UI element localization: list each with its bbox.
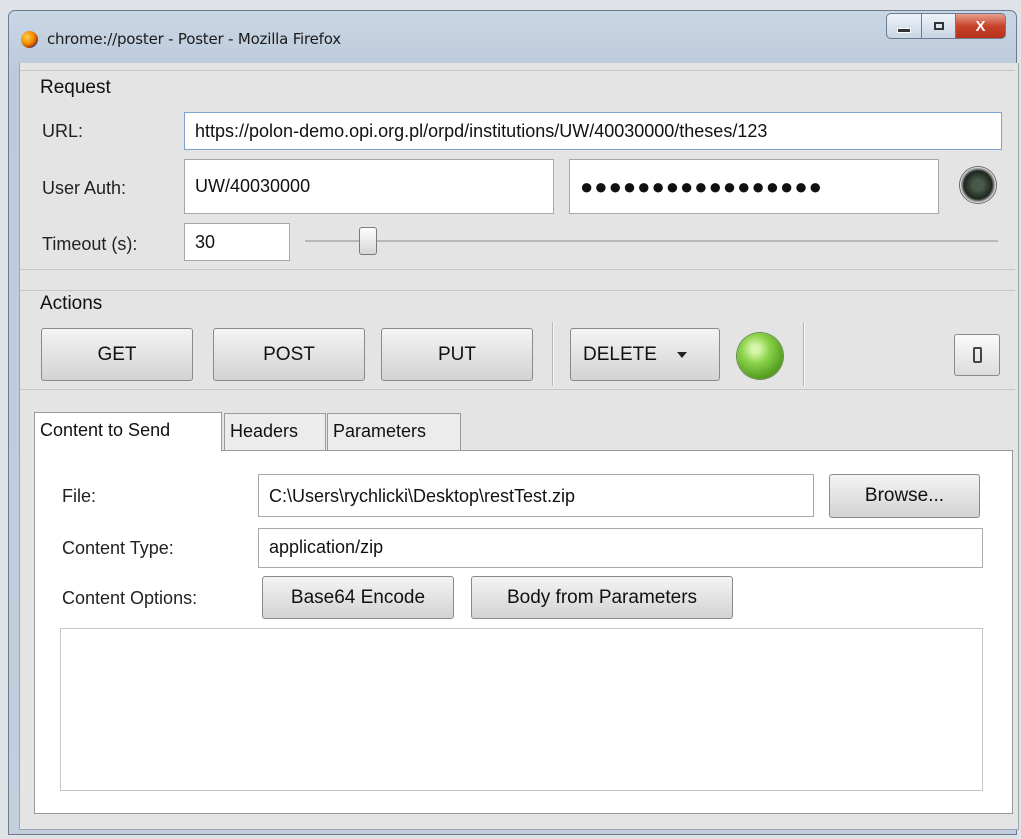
content-body-textarea[interactable]	[60, 628, 983, 791]
timeout-input[interactable]: 30	[184, 223, 290, 261]
user-auth-label: User Auth:	[42, 178, 127, 198]
file-label: File:	[62, 486, 97, 506]
base64-encode-button[interactable]: Base64 Encode	[262, 576, 454, 619]
green-status-light-icon	[737, 333, 783, 379]
window-title: chrome://poster - Poster - Mozilla Firef…	[47, 30, 341, 48]
browse-button[interactable]: Browse...	[829, 474, 980, 518]
minimize-icon	[897, 27, 911, 33]
get-button[interactable]: GET	[41, 328, 193, 381]
firefox-icon	[21, 31, 38, 48]
username-input[interactable]: UW/40030000	[184, 159, 554, 214]
file-input[interactable]: C:\Users\rychlicki\Desktop\restTest.zip	[258, 474, 814, 517]
radar-icon[interactable]	[960, 167, 996, 203]
chevron-down-icon	[676, 351, 687, 358]
method-dropdown-value: DELETE	[583, 343, 657, 365]
tab-headers[interactable]: Headers	[224, 413, 326, 450]
post-button[interactable]: POST	[213, 328, 365, 381]
url-label: URL:	[42, 121, 84, 141]
close-button[interactable]: X	[956, 13, 1006, 39]
put-button[interactable]: PUT	[381, 328, 533, 381]
toggle-switch-button[interactable]	[954, 334, 1000, 376]
tab-content-to-send[interactable]: Content to Send	[34, 412, 222, 451]
minimize-button[interactable]	[886, 13, 922, 39]
timeout-slider-track[interactable]	[305, 240, 998, 242]
toggle-switch-icon	[972, 347, 982, 363]
actions-separator-2	[803, 322, 804, 386]
maximize-button[interactable]	[922, 13, 956, 39]
content-type-label: Content Type:	[62, 538, 174, 558]
password-input[interactable]: ●●●●●●●●●●●●●●●●●	[569, 159, 939, 214]
title-bar[interactable]: chrome://poster - Poster - Mozilla Firef…	[9, 11, 1016, 55]
maximize-icon	[933, 22, 944, 30]
content-options-label: Content Options:	[62, 588, 198, 608]
tab-parameters[interactable]: Parameters	[327, 413, 461, 450]
timeout-label: Timeout (s):	[42, 234, 138, 254]
caption-buttons: X	[886, 13, 1006, 39]
url-input[interactable]: https://polon-demo.opi.org.pl/orpd/insti…	[184, 112, 1002, 150]
method-dropdown[interactable]: DELETE	[570, 328, 720, 381]
close-icon: X	[975, 17, 986, 35]
content-type-input[interactable]: application/zip	[258, 528, 983, 568]
actions-separator	[552, 322, 553, 386]
body-from-parameters-button[interactable]: Body from Parameters	[471, 576, 733, 619]
request-group-title: Request	[40, 77, 111, 98]
timeout-slider-thumb[interactable]	[359, 227, 377, 255]
actions-group-title: Actions	[40, 293, 103, 314]
